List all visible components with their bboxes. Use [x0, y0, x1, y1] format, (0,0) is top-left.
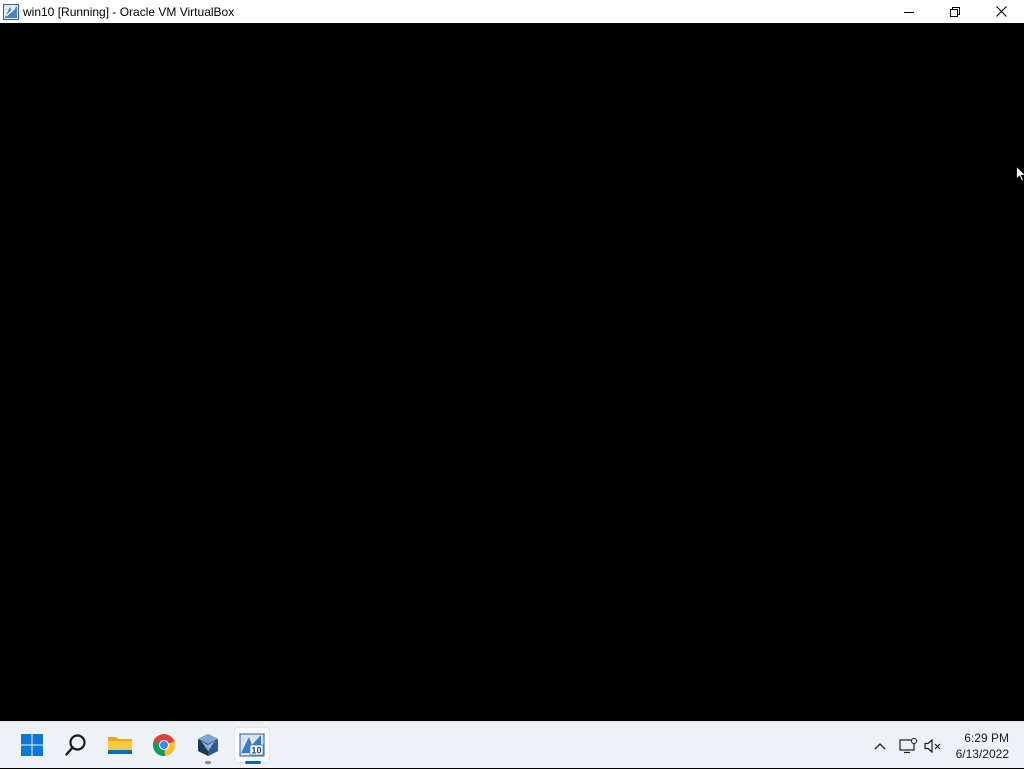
clock-date: 6/13/2022 — [955, 747, 1009, 761]
virtualbox-vm-icon — [3, 3, 19, 20]
start-button[interactable] — [14, 727, 50, 763]
chrome-button[interactable] — [146, 727, 182, 763]
vm-display[interactable] — [0, 23, 1024, 721]
running-indicator — [205, 761, 211, 764]
restore-button[interactable] — [932, 0, 978, 23]
speaker-muted-icon — [924, 738, 941, 753]
vm-window-icon: 10 — [239, 733, 265, 757]
close-button[interactable] — [978, 0, 1024, 23]
mouse-cursor-icon — [1016, 166, 1024, 182]
clock[interactable]: 6:29 PM 6/13/2022 — [956, 730, 1009, 762]
show-hidden-icons-button[interactable] — [868, 722, 892, 769]
windows-logo-icon — [21, 734, 43, 756]
restore-icon — [950, 6, 960, 17]
vm-badge: 10 — [251, 746, 261, 756]
vm-window-button[interactable]: 10 — [234, 727, 270, 764]
folder-icon — [108, 737, 132, 754]
search-icon — [65, 734, 86, 756]
network-icon — [899, 737, 917, 753]
volume-button[interactable] — [921, 722, 945, 769]
search-button[interactable] — [58, 727, 94, 763]
minimize-icon — [904, 11, 914, 13]
window-title: win10 [Running] - Oracle VM VirtualBox — [23, 4, 235, 19]
close-icon — [995, 6, 1007, 17]
active-indicator — [245, 761, 261, 764]
title-bar[interactable]: win10 [Running] - Oracle VM VirtualBox — [0, 0, 1024, 23]
chrome-icon — [152, 734, 176, 757]
chevron-up-icon — [874, 742, 886, 749]
network-button[interactable] — [896, 722, 920, 769]
virtualbox-manager-button[interactable] — [190, 727, 226, 764]
taskbar: 10 6:29 PM 6/13/2022 — [0, 721, 1024, 768]
minimize-button[interactable] — [886, 0, 932, 23]
file-explorer-button[interactable] — [102, 727, 138, 763]
clock-time: 6:29 PM — [964, 731, 1009, 745]
virtualbox-icon — [198, 734, 218, 756]
